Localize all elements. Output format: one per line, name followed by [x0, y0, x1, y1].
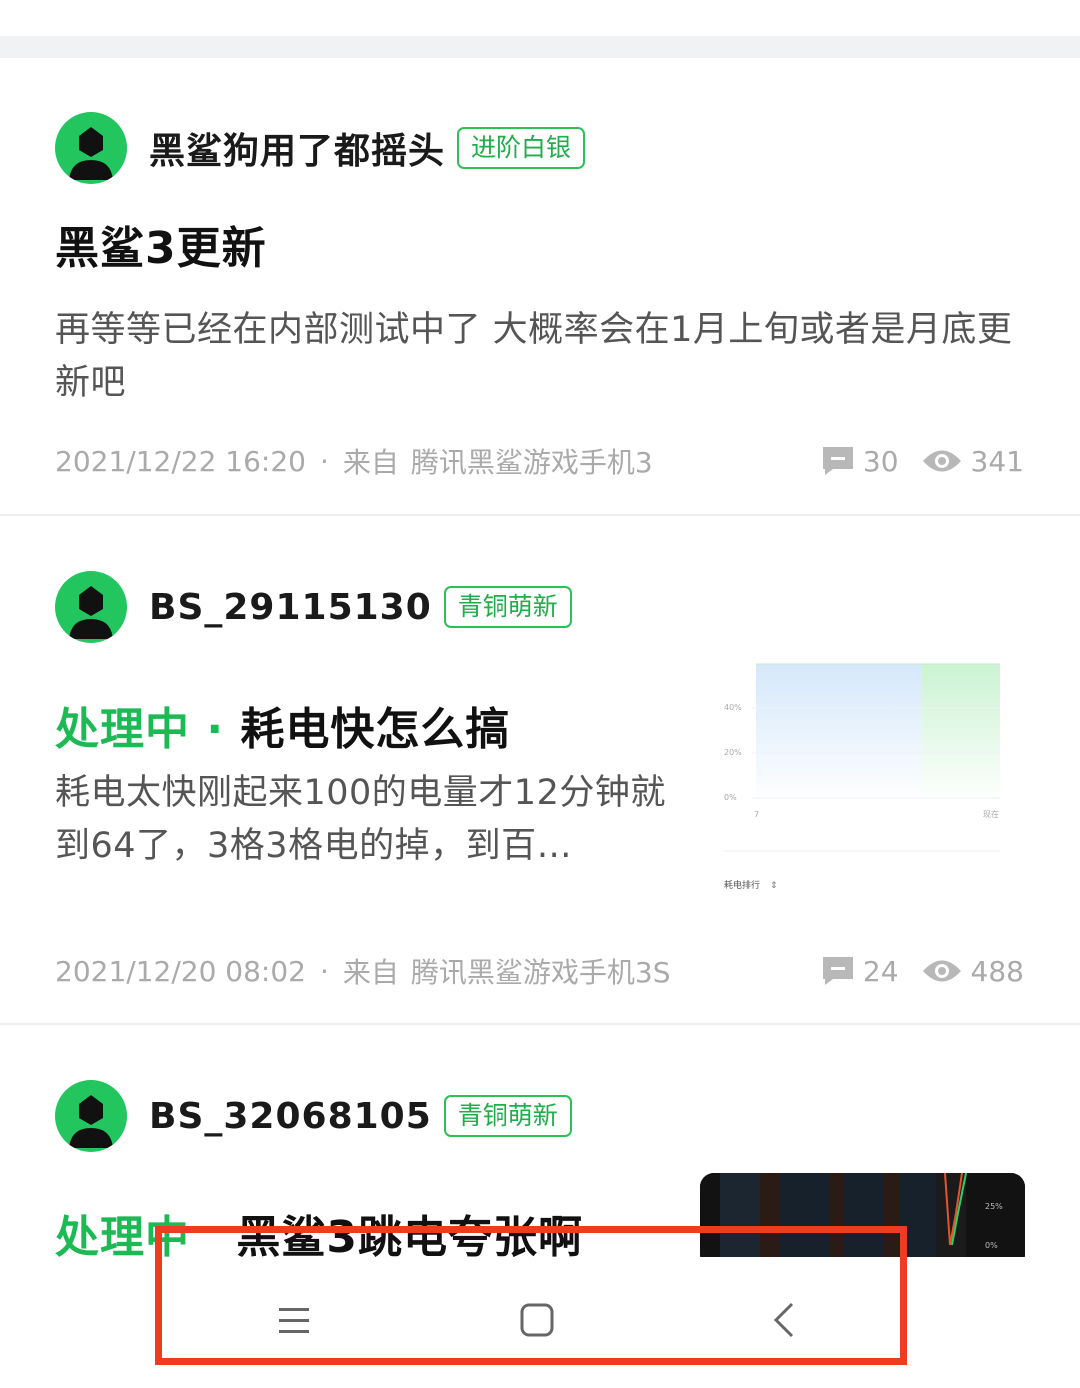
- home-square-icon: [520, 1303, 554, 1337]
- y-tick-label: 25%: [985, 1202, 1003, 1211]
- user-silhouette-icon: [69, 127, 113, 180]
- post-time: 2021/12/22 16:20: [55, 444, 306, 478]
- battery-chart-screenshot: 40% 20% 0% 7 现在 耗电排行 ⇕: [724, 663, 1000, 891]
- comment-count[interactable]: 30: [821, 445, 899, 478]
- post-title[interactable]: 黑鲨3更新: [55, 212, 267, 276]
- comment-count[interactable]: 24: [821, 955, 899, 988]
- post-status: 处理中: [55, 704, 190, 755]
- status-dot: ·: [206, 704, 225, 755]
- back-chevron-icon: [773, 1302, 794, 1338]
- comment-count-value: 30: [862, 444, 899, 478]
- post-title-text: 耗电快怎么搞: [240, 704, 511, 755]
- avatar[interactable]: [55, 1080, 127, 1152]
- status-area: [0, 0, 1080, 36]
- y-tick-label: 0%: [724, 793, 737, 802]
- chart-footer-label: 耗电排行: [724, 879, 760, 891]
- comment-icon: [822, 957, 853, 985]
- post-meta: 2021/12/20 08:02 · 来自 腾讯黑鲨游戏手机3S 24 488: [55, 951, 1024, 991]
- section-gap: [0, 36, 1080, 58]
- post-thumbnail[interactable]: 40% 20% 0% 7 现在 耗电排行 ⇕: [722, 660, 1002, 915]
- post-meta: 2021/12/22 16:20 · 来自 腾讯黑鲨游戏手机3 30 341: [55, 441, 1024, 481]
- menu-button[interactable]: [264, 1290, 324, 1350]
- user-silhouette-icon: [69, 586, 113, 639]
- menu-icon: [279, 1308, 309, 1333]
- post-title-text: 黑鲨3跳电夸张啊: [236, 1212, 583, 1263]
- post-title[interactable]: 处理中 · 耗电快怎么搞: [55, 693, 510, 757]
- post-source: 腾讯黑鲨游戏手机3S: [410, 956, 671, 989]
- post-time: 2021/12/20 08:02: [55, 954, 306, 988]
- eye-icon: [922, 960, 961, 982]
- back-button[interactable]: [754, 1290, 814, 1350]
- source-prefix: 来自: [342, 956, 399, 989]
- x-tick-label: 现在: [983, 809, 999, 819]
- y-tick-label: 0%: [985, 1241, 998, 1250]
- meta-separator: ·: [319, 954, 329, 988]
- post-body[interactable]: 耗电太快刚起来100的电量才12分钟就到64了，3格3格电的掉，到百…: [55, 767, 680, 873]
- view-count-value: 341: [970, 444, 1024, 478]
- user-level-badge: 青铜萌新: [443, 586, 572, 628]
- author-name[interactable]: 黑鲨狗用了都摇头: [149, 122, 445, 174]
- meta-separator: ·: [319, 444, 329, 478]
- comment-icon: [822, 447, 853, 475]
- x-tick-label: 7: [754, 810, 759, 819]
- post-author-row: 黑鲨狗用了都摇头 进阶白银: [55, 112, 586, 184]
- user-silhouette-icon: [69, 1095, 113, 1148]
- post-author-row: BS_29115130 青铜萌新: [55, 571, 572, 643]
- post-body[interactable]: 再等等已经在内部测试中了 大概率会在1月上旬或者是月底更新吧: [55, 304, 1035, 410]
- battery-chart-screenshot-dark: 25% 0%: [700, 1173, 1025, 1268]
- post-status: 处理中: [55, 1212, 190, 1263]
- y-tick-label: 40%: [724, 703, 742, 712]
- avatar[interactable]: [55, 571, 127, 643]
- post-thumbnail[interactable]: 25% 0%: [700, 1173, 1025, 1268]
- view-count: 488: [921, 955, 1024, 988]
- eye-icon: [922, 450, 961, 472]
- y-tick-label: 20%: [724, 748, 742, 757]
- source-prefix: 来自: [342, 446, 399, 479]
- post-source: 腾讯黑鲨游戏手机3: [410, 446, 653, 479]
- comment-count-value: 24: [862, 954, 899, 988]
- post-author-row: BS_32068105 青铜萌新: [55, 1080, 572, 1152]
- home-button[interactable]: [507, 1290, 567, 1350]
- view-count: 341: [921, 445, 1024, 478]
- user-level-badge: 青铜萌新: [443, 1095, 572, 1137]
- author-name[interactable]: BS_32068105: [149, 1096, 432, 1137]
- author-name[interactable]: BS_29115130: [149, 587, 432, 628]
- avatar[interactable]: [55, 112, 127, 184]
- post-title[interactable]: 处理中 黑鲨3跳电夸张啊: [55, 1201, 583, 1265]
- svg-text:⇕: ⇕: [770, 881, 778, 891]
- user-level-badge: 进阶白银: [457, 127, 586, 169]
- view-count-value: 488: [970, 954, 1024, 988]
